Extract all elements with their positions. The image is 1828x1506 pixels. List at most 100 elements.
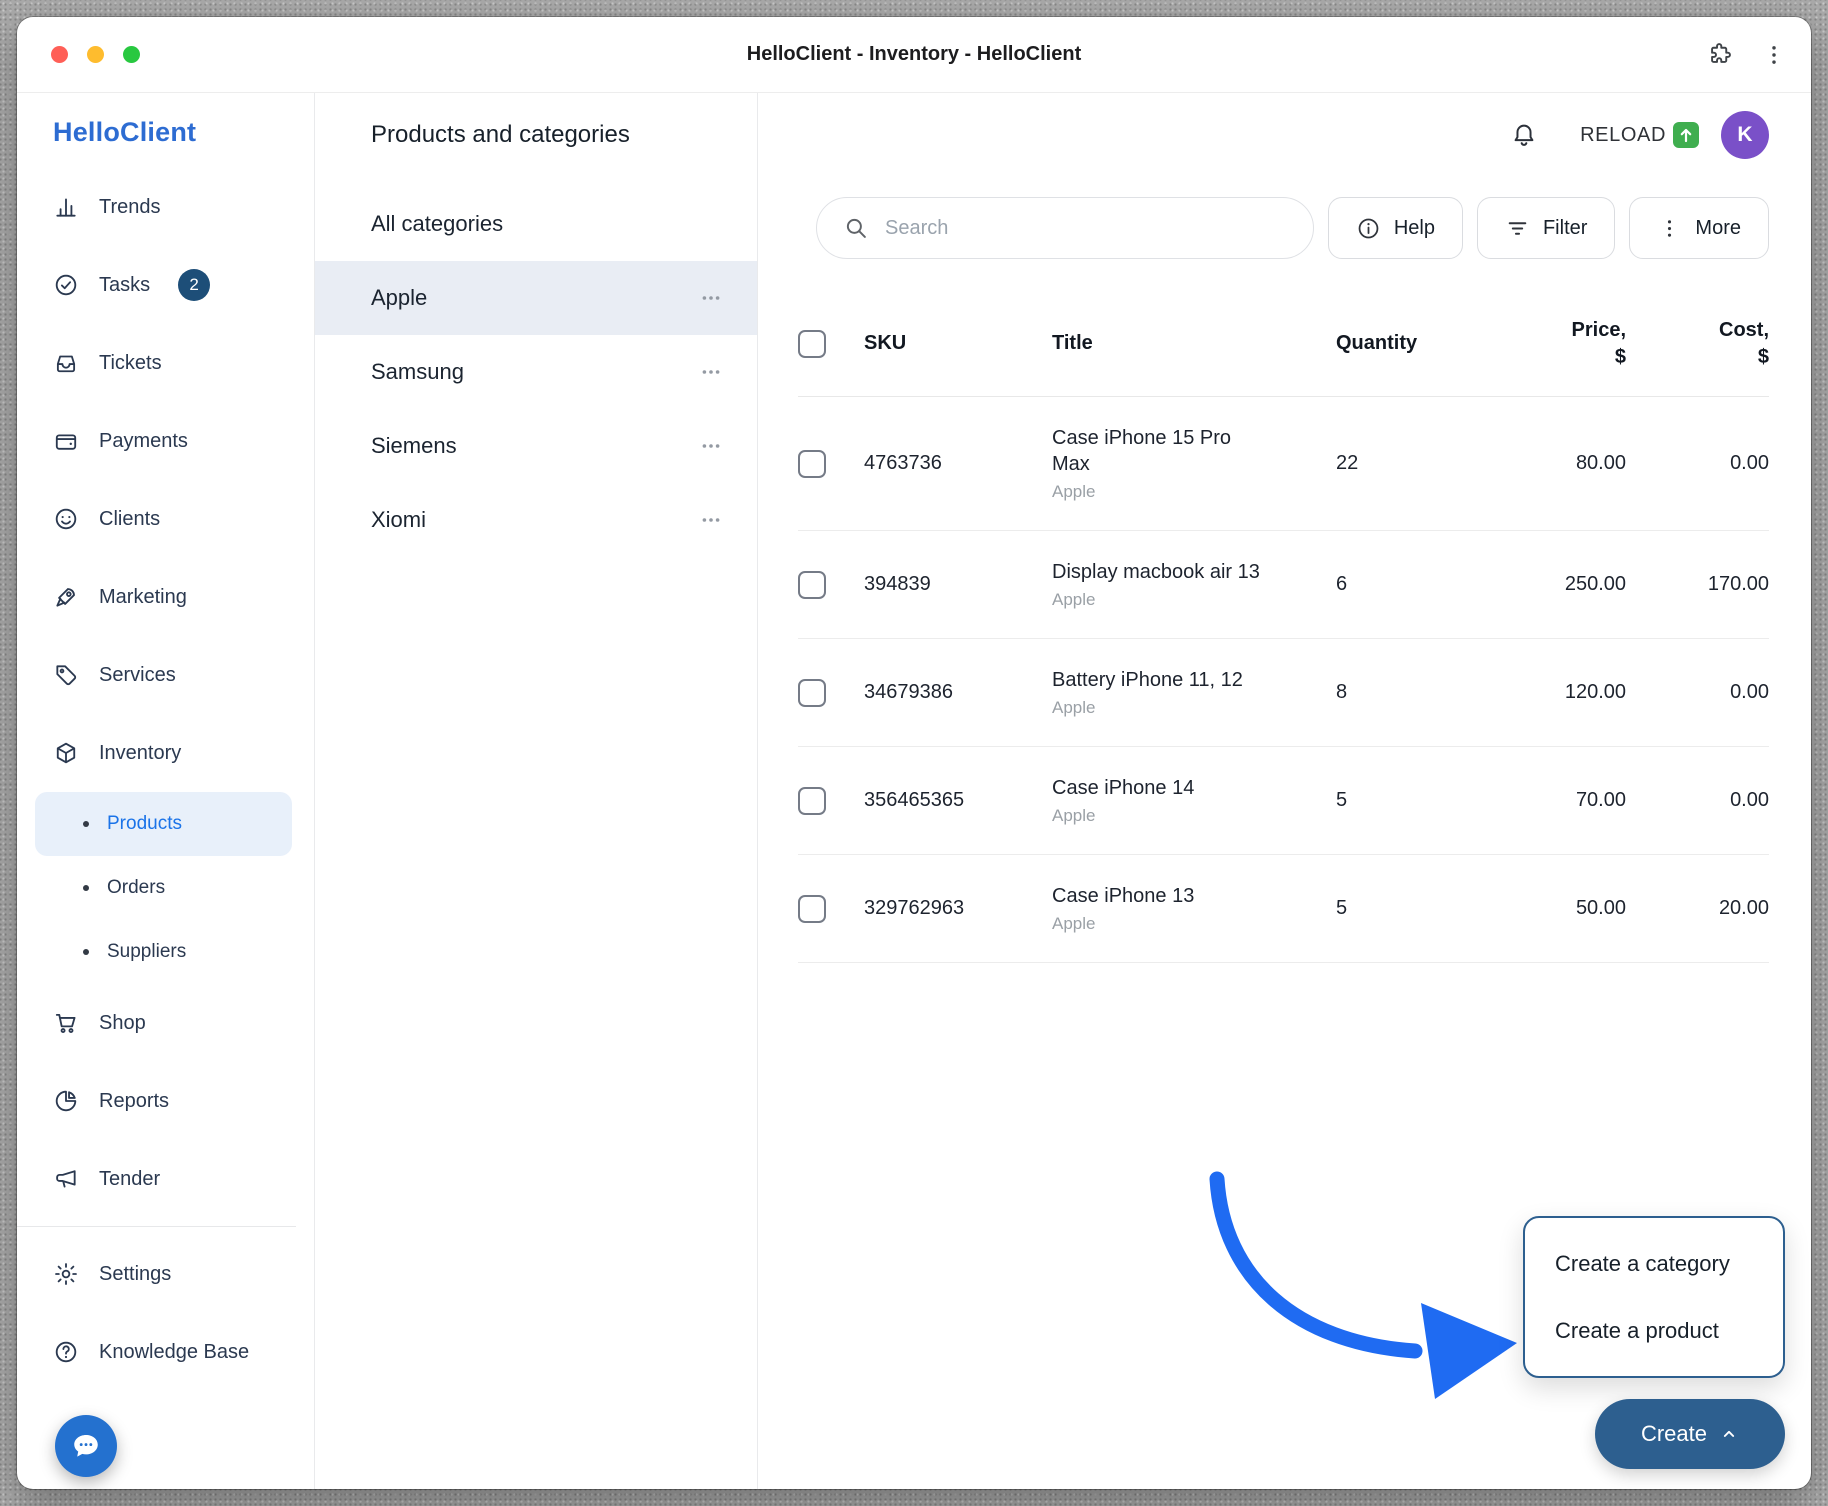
table-row[interactable]: 4763736 Case iPhone 15 Pro Max Apple 22 …	[798, 397, 1769, 531]
search-icon	[843, 215, 869, 241]
table-row[interactable]: 394839 Display macbook air 13 Apple 6 25…	[798, 531, 1769, 639]
sidebar-item-reports[interactable]: Reports	[17, 1062, 314, 1140]
sidebar-item-services[interactable]: Services	[17, 636, 314, 714]
inventory-icon	[53, 740, 79, 766]
tasks-count-badge: 2	[178, 269, 210, 301]
reports-icon	[53, 1088, 79, 1114]
help-button[interactable]: Help	[1328, 197, 1463, 259]
search-box[interactable]	[816, 197, 1314, 259]
tickets-icon	[53, 350, 79, 376]
browser-menu-icon[interactable]	[1761, 42, 1787, 68]
tasks-icon	[53, 272, 79, 298]
sidebar-item-tickets[interactable]: Tickets	[17, 324, 314, 402]
row-checkbox[interactable]	[798, 571, 826, 599]
toolbar: Help Filter More	[816, 197, 1769, 259]
create-product-menu-item[interactable]: Create a product	[1525, 1297, 1783, 1364]
titlebar: HelloClient - Inventory - HelloClient	[17, 17, 1811, 93]
category-item-xiomi[interactable]: Xiomi	[315, 483, 757, 557]
table-row[interactable]: 34679386 Battery iPhone 11, 12 Apple 8 1…	[798, 639, 1769, 747]
product-category: Apple	[1052, 482, 1336, 502]
header-quantity: Quantity	[1336, 332, 1486, 355]
app-logo: HelloClient	[53, 117, 314, 148]
sidebar-item-knowledge-base[interactable]: Knowledge Base	[17, 1313, 314, 1391]
header-title: Title	[1052, 332, 1336, 355]
chat-icon	[69, 1429, 103, 1463]
settings-icon	[53, 1261, 79, 1287]
sidebar-item-tasks[interactable]: Tasks 2	[17, 246, 314, 324]
create-dropdown-menu: Create a category Create a product	[1523, 1216, 1785, 1378]
category-menu-icon[interactable]	[699, 286, 723, 310]
product-title: Battery iPhone 11, 12	[1052, 667, 1260, 693]
search-input[interactable]	[885, 217, 1287, 240]
table-row[interactable]: 329762963 Case iPhone 13 Apple 5 50.00 2…	[798, 855, 1769, 963]
minimize-button[interactable]	[87, 46, 104, 63]
more-vertical-icon	[1657, 216, 1682, 241]
sidebar-divider	[17, 1226, 296, 1227]
header-sku: SKU	[864, 332, 1052, 355]
sidebar-item-inventory[interactable]: Inventory	[17, 714, 314, 792]
category-menu-icon[interactable]	[699, 360, 723, 384]
payments-icon	[53, 428, 79, 454]
header-price: Price, $	[1486, 317, 1626, 371]
products-table: SKU Title Quantity Price, $ Cost, $ 4763…	[798, 291, 1769, 963]
product-category: Apple	[1052, 914, 1336, 934]
category-item-apple[interactable]: Apple	[315, 261, 757, 335]
sidebar-item-suppliers[interactable]: Suppliers	[35, 920, 292, 984]
chevron-up-icon	[1719, 1424, 1739, 1444]
more-button[interactable]: More	[1629, 197, 1769, 259]
create-category-menu-item[interactable]: Create a category	[1525, 1230, 1783, 1297]
row-checkbox[interactable]	[798, 450, 826, 478]
sidebar-item-marketing[interactable]: Marketing	[17, 558, 314, 636]
trends-icon	[53, 194, 79, 220]
reload-button[interactable]: RELOAD	[1580, 122, 1699, 148]
window-controls	[51, 17, 140, 92]
info-icon	[1356, 216, 1381, 241]
window-title: HelloClient - Inventory - HelloClient	[747, 43, 1081, 66]
sidebar-item-shop[interactable]: Shop	[17, 984, 314, 1062]
create-button[interactable]: Create	[1595, 1399, 1785, 1469]
product-title: Case iPhone 14	[1052, 775, 1260, 801]
upgrade-arrow-icon	[1673, 122, 1699, 148]
sidebar-item-payments[interactable]: Payments	[17, 402, 314, 480]
categories-panel: Products and categories All categories A…	[315, 93, 758, 1489]
clients-icon	[53, 506, 79, 532]
page-title: Products and categories	[371, 121, 721, 149]
select-all-checkbox[interactable]	[798, 330, 826, 358]
header-cost: Cost, $	[1626, 317, 1769, 371]
chat-fab-button[interactable]	[55, 1415, 117, 1477]
category-menu-icon[interactable]	[699, 434, 723, 458]
bullet-icon	[83, 885, 89, 891]
product-category: Apple	[1052, 806, 1336, 826]
row-checkbox[interactable]	[798, 679, 826, 707]
sidebar-item-products[interactable]: Products	[35, 792, 292, 856]
zoom-button[interactable]	[123, 46, 140, 63]
bullet-icon	[83, 821, 89, 827]
category-menu-icon[interactable]	[699, 508, 723, 532]
notifications-bell-icon[interactable]	[1510, 121, 1538, 149]
sidebar-item-orders[interactable]: Orders	[35, 856, 292, 920]
user-avatar[interactable]: K	[1721, 111, 1769, 159]
sidebar-item-clients[interactable]: Clients	[17, 480, 314, 558]
row-checkbox[interactable]	[798, 787, 826, 815]
sidebar-item-settings[interactable]: Settings	[17, 1235, 314, 1313]
close-button[interactable]	[51, 46, 68, 63]
product-title: Display macbook air 13	[1052, 559, 1260, 585]
filter-icon	[1505, 216, 1530, 241]
sidebar: HelloClient Trends Tasks 2 Tickets	[17, 93, 315, 1489]
question-circle-icon	[53, 1339, 79, 1365]
desktop-background: HelloClient - Inventory - HelloClient He…	[0, 0, 1828, 1506]
category-item-samsung[interactable]: Samsung	[315, 335, 757, 409]
product-title: Case iPhone 13	[1052, 883, 1260, 909]
sidebar-item-trends[interactable]: Trends	[17, 168, 314, 246]
services-icon	[53, 662, 79, 688]
filter-button[interactable]: Filter	[1477, 197, 1615, 259]
category-item-siemens[interactable]: Siemens	[315, 409, 757, 483]
app-window: HelloClient - Inventory - HelloClient He…	[17, 17, 1811, 1489]
table-row[interactable]: 356465365 Case iPhone 14 Apple 5 70.00 0…	[798, 747, 1769, 855]
product-title: Case iPhone 15 Pro Max	[1052, 425, 1260, 477]
category-item-all[interactable]: All categories	[315, 187, 757, 261]
extension-icon[interactable]	[1706, 41, 1733, 68]
marketing-icon	[53, 584, 79, 610]
sidebar-item-tender[interactable]: Tender	[17, 1140, 314, 1218]
row-checkbox[interactable]	[798, 895, 826, 923]
